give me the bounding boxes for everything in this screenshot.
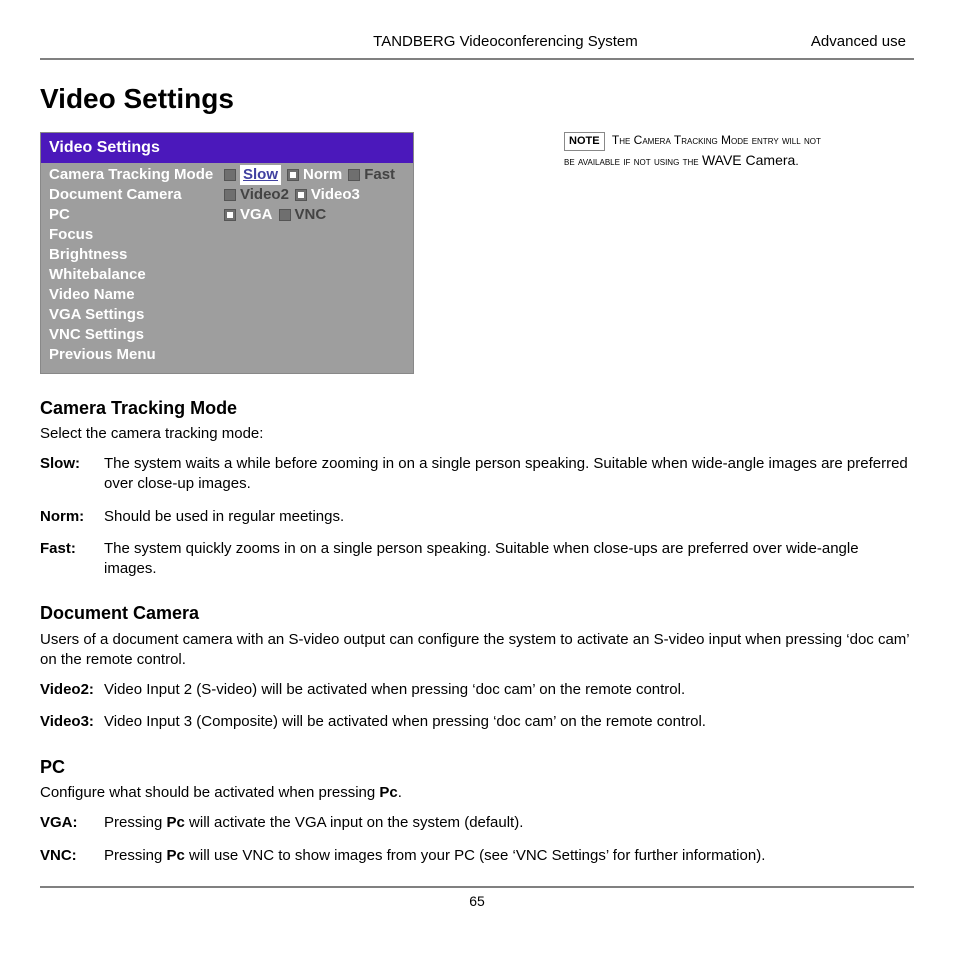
menu-row[interactable]: VNC Settings — [49, 325, 405, 345]
video-settings-menu: Video Settings Camera Tracking Mode Slow N… — [40, 132, 414, 374]
menu-row[interactable]: VGA Settings — [49, 305, 405, 325]
menu-option[interactable]: Norm — [287, 165, 342, 185]
definition-desc: The system quickly zooms in on a single … — [104, 539, 914, 580]
menu-option[interactable]: Fast — [348, 165, 395, 185]
definition-desc: Should be used in regular meetings. — [104, 507, 914, 527]
definition-desc: Pressing Pc will use VNC to show images … — [104, 846, 914, 866]
definition-item: Video3:Video Input 3 (Composite) will be… — [40, 712, 914, 732]
definition-term: Fast: — [40, 539, 104, 580]
definition-item: Slow:The system waits a while before zoo… — [40, 454, 914, 495]
menu-row[interactable]: Video Name — [49, 285, 405, 305]
radio-selected-icon — [224, 209, 236, 221]
page-footer: 65 — [40, 886, 914, 911]
section-pc-heading: PC — [40, 755, 914, 779]
note-text-post: . — [795, 154, 798, 168]
radio-selected-icon — [295, 189, 307, 201]
menu-option-label: Fast — [364, 165, 395, 185]
definition-term: VNC: — [40, 846, 104, 866]
menu-option[interactable]: Slow — [224, 165, 281, 185]
menu-option[interactable]: Video3 — [295, 185, 360, 205]
menu-row-label: Previous Menu — [49, 345, 224, 365]
note-text-strong: WAVE Camera — [702, 152, 795, 168]
definition-term: Norm: — [40, 507, 104, 527]
menu-row-label: Camera Tracking Mode — [49, 165, 224, 185]
radio-icon — [224, 169, 236, 181]
section-doc-intro: Users of a document camera with an S-vid… — [40, 630, 914, 671]
menu-option-label: Norm — [303, 165, 342, 185]
definition-term: Video2: — [40, 680, 104, 700]
definition-desc: Video Input 2 (S-video) will be activate… — [104, 680, 914, 700]
definition-item: VGA:Pressing Pc will activate the VGA in… — [40, 813, 914, 833]
menu-row[interactable]: Brightness — [49, 245, 405, 265]
menu-row[interactable]: Whitebalance — [49, 265, 405, 285]
menu-row-label: Brightness — [49, 245, 224, 265]
radio-icon — [348, 169, 360, 181]
menu-row-label: VGA Settings — [49, 305, 224, 325]
menu-option[interactable]: VGA — [224, 205, 273, 225]
section-doc-heading: Document Camera — [40, 601, 914, 625]
page-title: Video Settings — [40, 80, 914, 118]
menu-row[interactable]: Camera Tracking Mode Slow Norm Fast — [49, 165, 405, 185]
definition-desc: The system waits a while before zooming … — [104, 454, 914, 495]
definition-item: Fast:The system quickly zooms in on a si… — [40, 539, 914, 580]
menu-option[interactable]: Video2 — [224, 185, 289, 205]
menu-row[interactable]: PC VGA VNC — [49, 205, 405, 225]
definition-item: VNC:Pressing Pc will use VNC to show ima… — [40, 846, 914, 866]
menu-row[interactable]: Document Camera Video2 Video3 — [49, 185, 405, 205]
menu-row[interactable]: Previous Menu — [49, 345, 405, 365]
definition-item: Norm:Should be used in regular meetings. — [40, 507, 914, 527]
section-pc-intro: Configure what should be activated when … — [40, 783, 914, 803]
note-tag: NOTE — [564, 132, 605, 151]
note-block: NOTE The Camera Tracking Mode entry will… — [564, 132, 834, 171]
menu-row[interactable]: Focus — [49, 225, 405, 245]
radio-icon — [279, 209, 291, 221]
menu-row-label: Focus — [49, 225, 224, 245]
definition-term: Video3: — [40, 712, 104, 732]
page-number: 65 — [469, 893, 485, 909]
menu-row-label: Whitebalance — [49, 265, 224, 285]
pc-intro-pre: Configure what should be activated when … — [40, 784, 379, 801]
radio-selected-icon — [287, 169, 299, 181]
definition-term: Slow: — [40, 454, 104, 495]
menu-row-label: Document Camera — [49, 185, 224, 205]
header-center: TANDBERG Videoconferencing System — [40, 32, 811, 52]
menu-option-label: Video3 — [311, 185, 360, 205]
header-right: Advanced use — [811, 32, 914, 52]
menu-option[interactable]: VNC — [279, 205, 327, 225]
menu-option-label: VNC — [295, 205, 327, 225]
pc-intro-post: . — [398, 784, 402, 801]
menu-option-label: VGA — [240, 205, 273, 225]
header-bar: TANDBERG Videoconferencing System Advanc… — [40, 32, 914, 60]
menu-title: Video Settings — [41, 133, 413, 163]
definition-desc: Pressing Pc will activate the VGA input … — [104, 813, 914, 833]
menu-row-label: PC — [49, 205, 224, 225]
menu-option-label: Video2 — [240, 185, 289, 205]
definition-term: VGA: — [40, 813, 104, 833]
pc-intro-bold: Pc — [379, 784, 397, 801]
radio-icon — [224, 189, 236, 201]
menu-option-label: Slow — [240, 165, 281, 185]
menu-row-label: VNC Settings — [49, 325, 224, 345]
menu-row-label: Video Name — [49, 285, 224, 305]
definition-desc: Video Input 3 (Composite) will be activa… — [104, 712, 914, 732]
section-camera-heading: Camera Tracking Mode — [40, 396, 914, 420]
section-camera-intro: Select the camera tracking mode: — [40, 424, 914, 444]
definition-item: Video2:Video Input 2 (S-video) will be a… — [40, 680, 914, 700]
